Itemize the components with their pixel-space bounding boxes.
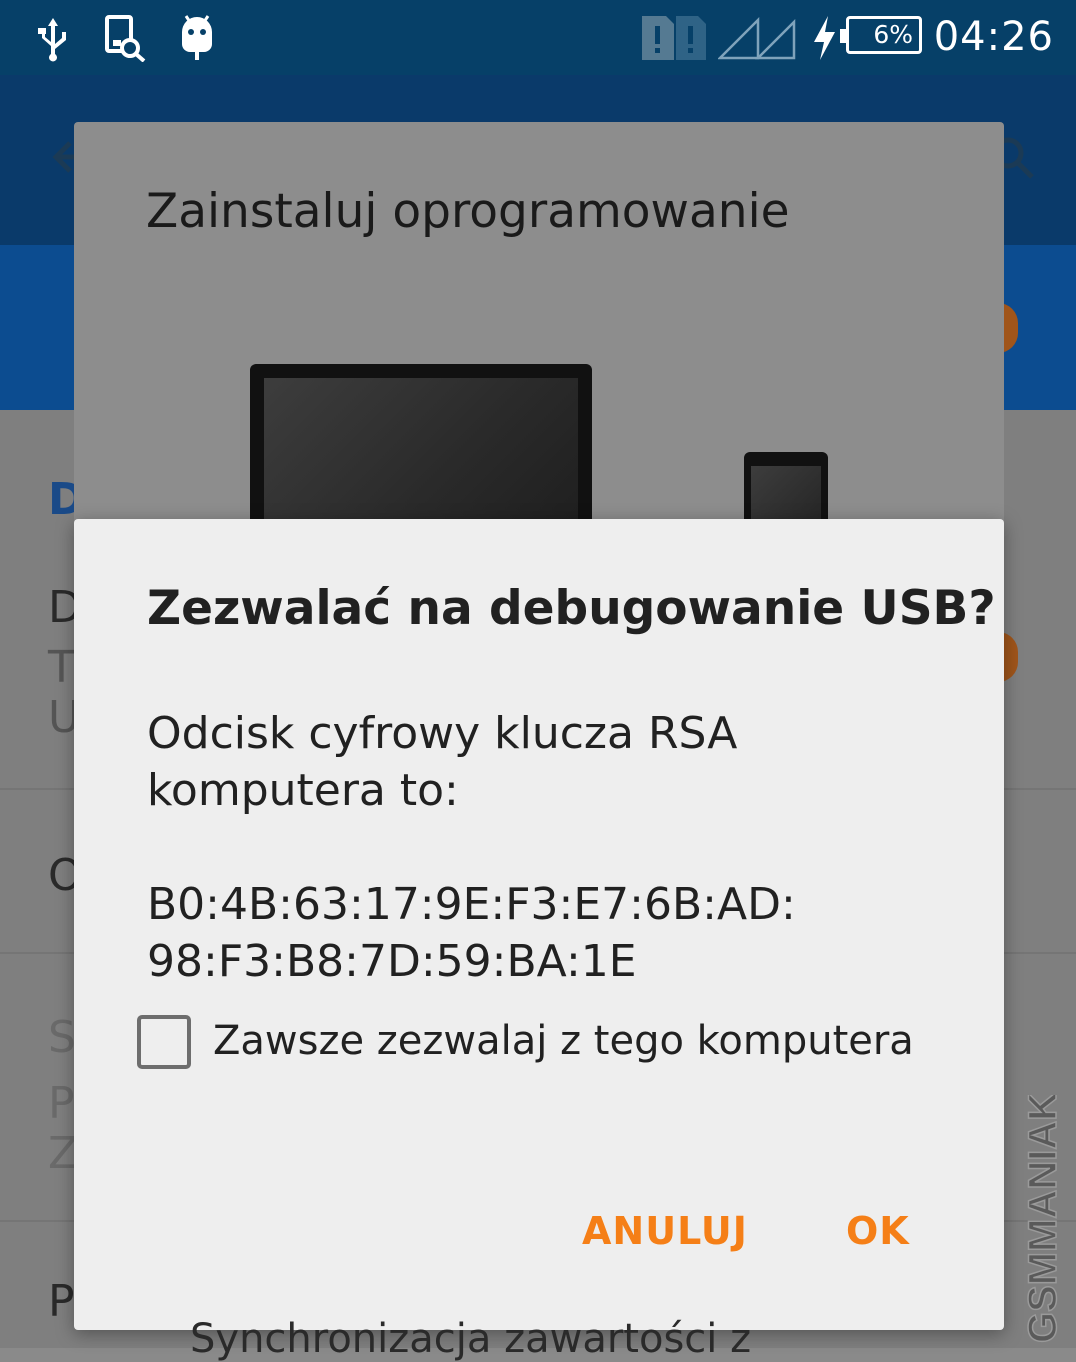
usb-debug-icon [38,18,66,62]
clock: 04:26 [933,14,1054,60]
bg-bottom-text: Synchronizacja zawartości z [190,1316,752,1362]
status-bar: 6% 04:26 [0,0,1076,75]
fingerprint-line: B0:4B:63:17:9E:F3:E7:6B:AD: [147,879,796,930]
dialog-message: Odcisk cyfrowy klucza RSA komputera to: [147,705,947,819]
ok-button[interactable]: OK [846,1209,910,1253]
charging-icon [814,16,835,60]
cancel-button[interactable]: ANULUJ [582,1209,748,1253]
battery-level: 6% [873,20,913,49]
rsa-fingerprint: B0:4B:63:17:9E:F3:E7:6B:AD: 98:F3:B8:7D:… [147,876,947,990]
android-debug-icon [182,15,212,60]
screenshot-search-icon [105,15,146,62]
always-allow-checkbox[interactable] [137,1015,191,1069]
battery-indicator: 6% [840,16,922,54]
watermark-text: GSMMANIAK [1021,1095,1065,1343]
message-line: Odcisk cyfrowy klucza RSA [147,708,738,759]
signal-icon [718,16,796,60]
usb-debugging-dialog: Zezwalać na debugowanie USB? Odcisk cyfr… [74,519,1004,1330]
bg-letter: P [48,1276,75,1327]
sim-alert-icon [642,16,706,60]
fingerprint-line: 98:F3:B8:7D:59:BA:1E [147,936,637,987]
message-line: komputera to: [147,765,459,816]
gsmmaniak-watermark: GSMMANIAK [1020,1095,1066,1344]
always-allow-label[interactable]: Zawsze zezwalaj z tego komputera [213,1013,914,1069]
bg-letter: P [48,1078,75,1129]
install-dialog-title: Zainstaluj oprogramowanie [146,184,790,239]
dialog-title: Zezwalać na debugowanie USB? [147,581,996,636]
bg-letter: T [48,642,75,693]
bg-letter: S [48,1012,76,1063]
